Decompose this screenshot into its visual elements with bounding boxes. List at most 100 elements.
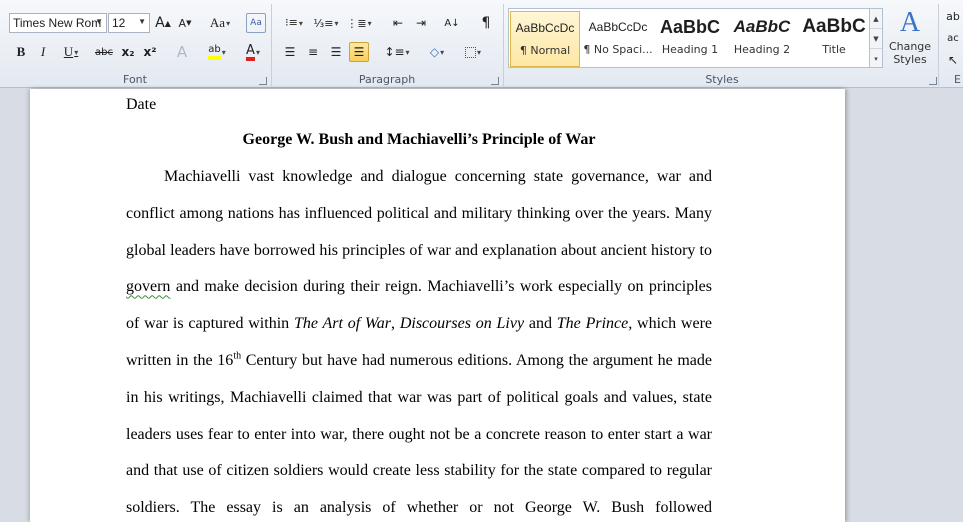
- highlight-button[interactable]: ab: [202, 42, 232, 62]
- align-right-icon: ☰: [330, 45, 342, 59]
- paragraph-line: in his writings, Machiavelli claimed tha…: [126, 388, 712, 406]
- paragraph-dialog-launcher-icon[interactable]: [491, 77, 499, 85]
- binoculars-icon: ab: [946, 9, 960, 23]
- document-body[interactable]: Date George W. Bush and Machiavelli’s Pr…: [126, 89, 712, 522]
- select-button[interactable]: ↖: [943, 50, 963, 70]
- multilevel-list-button[interactable]: ⋮≣: [344, 13, 374, 33]
- subscript-icon: x₂: [121, 45, 135, 59]
- font-name-value: Times New Rom: [13, 16, 102, 30]
- find-button[interactable]: ab: [943, 6, 963, 26]
- increase-indent-icon: ⇥: [415, 16, 427, 30]
- editing-group-label: E: [954, 73, 961, 86]
- document-canvas: Date George W. Bush and Machiavelli’s Pr…: [0, 89, 963, 522]
- line-spacing-button[interactable]: ↕≡: [382, 42, 412, 62]
- numbered-list-icon: ⅓≡: [313, 16, 334, 30]
- font-size-combo[interactable]: 12 ▼: [108, 13, 150, 33]
- font-color-button[interactable]: A: [238, 42, 268, 62]
- cursor-arrow-icon: ↖: [947, 53, 959, 67]
- replace-button[interactable]: ac: [943, 28, 963, 48]
- font-color-icon: A: [246, 44, 255, 61]
- book-title-art-of-war: The Art of War: [293, 315, 392, 333]
- line-text: of war is captured within: [126, 315, 294, 333]
- text-effects-button[interactable]: A: [172, 42, 192, 62]
- font-group-label: Font: [123, 73, 147, 86]
- group-divider: [938, 4, 939, 86]
- book-title-discourses: Discourses on Livy: [399, 315, 525, 333]
- font-name-combo[interactable]: Times New Rom ▼: [9, 13, 107, 33]
- align-center-button[interactable]: ≡: [303, 42, 323, 62]
- styles-dialog-launcher-icon[interactable]: [929, 77, 937, 85]
- bullets-button[interactable]: ⁝≡: [280, 13, 308, 33]
- superscript-text: th: [233, 350, 242, 362]
- bold-icon: B: [16, 44, 26, 59]
- multilevel-list-icon: ⋮≣: [346, 16, 367, 30]
- show-formatting-button[interactable]: ¶: [476, 13, 496, 33]
- styles-group-label: Styles: [705, 73, 739, 86]
- text-effects-icon: A: [176, 43, 188, 61]
- font-group: Times New Rom ▼ 12 ▼ A▲ A▼ Aa Aa B I U a…: [0, 0, 270, 88]
- line-text: and: [524, 315, 557, 333]
- line-text: and make decision during their reign. Ma…: [170, 278, 712, 296]
- styles-group: Styles: [504, 0, 940, 88]
- align-center-icon: ≡: [307, 45, 319, 59]
- ribbon: Times New Rom ▼ 12 ▼ A▲ A▼ Aa Aa B I U a…: [0, 0, 963, 88]
- increase-indent-button[interactable]: ⇥: [411, 13, 431, 33]
- underline-icon: U: [63, 44, 74, 59]
- bullet-list-icon: ⁝≡: [285, 16, 298, 29]
- strikethrough-icon: abc: [95, 46, 113, 58]
- borders-icon: [464, 46, 476, 58]
- sort-az-icon: A↓: [444, 17, 460, 29]
- subscript-button[interactable]: x₂: [118, 42, 138, 62]
- font-dialog-launcher-icon[interactable]: [259, 77, 267, 85]
- borders-button[interactable]: [458, 42, 488, 62]
- paragraph-line: leaders uses fear to enter into war, the…: [126, 425, 712, 443]
- paragraph-line: soldiers. The essay is an analysis of wh…: [126, 499, 712, 517]
- chevron-down-icon: ▼: [95, 17, 103, 26]
- underline-button[interactable]: U: [56, 42, 86, 62]
- justify-button[interactable]: ☰: [349, 42, 369, 62]
- shrink-font-button[interactable]: A ▼: [175, 13, 195, 33]
- date-line: Date: [126, 96, 157, 113]
- book-title-the-prince: The Prince,: [556, 315, 633, 333]
- decrease-indent-button[interactable]: ⇤: [388, 13, 408, 33]
- change-case-button[interactable]: Aa: [207, 13, 233, 33]
- italic-button[interactable]: I: [33, 42, 53, 62]
- paragraph-group-label: Paragraph: [358, 73, 416, 86]
- paragraph-line: global leaders have borrowed his princip…: [126, 241, 712, 259]
- grow-font-button[interactable]: A ▲: [153, 13, 173, 33]
- pilcrow-icon: ¶: [481, 15, 491, 31]
- align-left-icon: ☰: [284, 45, 296, 59]
- paragraph-line: written in the 16th Century but have had…: [126, 343, 712, 380]
- numbering-button[interactable]: ⅓≡: [312, 13, 340, 33]
- replace-icon: ac: [947, 32, 959, 44]
- font-size-value: 12: [112, 16, 126, 30]
- chevron-down-icon: ▼: [138, 17, 146, 26]
- paragraph-line: govern and make decision during their re…: [126, 269, 712, 306]
- bold-button[interactable]: B: [11, 42, 31, 62]
- align-left-button[interactable]: ☰: [280, 42, 300, 62]
- essay-title: George W. Bush and Machiavelli’s Princip…: [242, 131, 596, 148]
- superscript-icon: x²: [143, 45, 157, 59]
- superscript-button[interactable]: x²: [140, 42, 160, 62]
- caret-up-icon: ▲: [164, 18, 171, 28]
- sort-button[interactable]: A↓: [442, 13, 462, 33]
- clear-formatting-button[interactable]: Aa: [246, 13, 266, 33]
- paragraph-line: and that use of citizen soldiers would c…: [126, 462, 712, 480]
- caret-down-icon: ▼: [186, 19, 192, 27]
- strikethrough-button[interactable]: abc: [92, 42, 116, 62]
- line-text: ,: [391, 315, 400, 333]
- line-text: Century but have had numerous editions. …: [241, 351, 713, 369]
- italic-icon: I: [40, 44, 46, 59]
- align-right-button[interactable]: ☰: [326, 42, 346, 62]
- paint-bucket-icon: ◇: [429, 45, 440, 59]
- shrink-font-icon: A: [178, 16, 187, 30]
- decrease-indent-icon: ⇤: [392, 16, 404, 30]
- paragraph-line: of war is captured within The Art of War…: [126, 306, 712, 343]
- paragraph-line: Machiavelli vast knowledge and dialogue …: [164, 168, 712, 185]
- justify-icon: ☰: [353, 45, 365, 59]
- document-page[interactable]: Date George W. Bush and Machiavelli’s Pr…: [30, 89, 845, 522]
- grammar-flagged-word[interactable]: govern: [126, 278, 170, 295]
- line-text: written in the 16: [126, 351, 234, 369]
- shading-button[interactable]: ◇: [422, 42, 452, 62]
- editing-group: ab ac ↖ E: [940, 0, 963, 88]
